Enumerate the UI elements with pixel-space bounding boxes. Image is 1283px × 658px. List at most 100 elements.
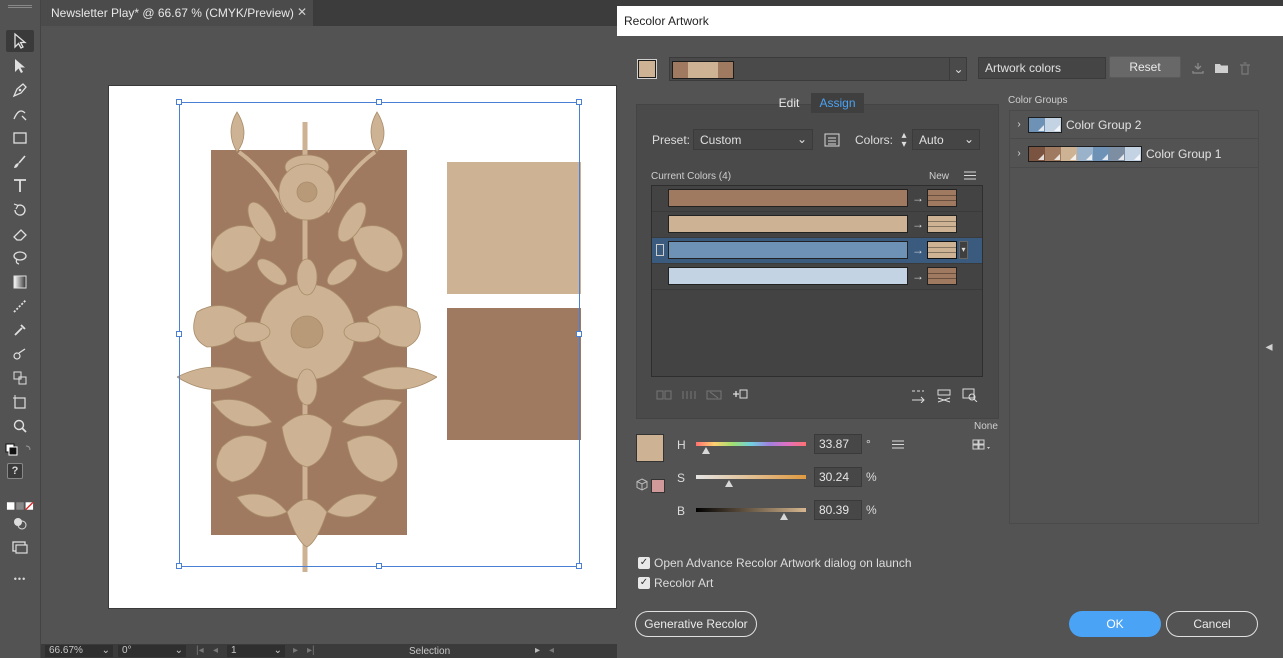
resize-handle-top-right[interactable]	[576, 99, 582, 105]
edit-toolbar-icon[interactable]: •••	[6, 568, 34, 590]
new-row-icon[interactable]	[731, 387, 749, 401]
color-group-swatch[interactable]	[1109, 146, 1125, 161]
current-color-bar[interactable]	[668, 215, 908, 233]
randomly-change-order-icon[interactable]	[909, 388, 927, 404]
rotation-field[interactable]: 0° ⌄	[118, 645, 186, 657]
color-group-swatch[interactable]	[1061, 146, 1077, 161]
color-group-swatches[interactable]	[1028, 116, 1062, 133]
menu-icon[interactable]	[963, 169, 977, 181]
colors-stepper-icon[interactable]: ▴ ▾	[898, 130, 910, 150]
artboard[interactable]	[108, 85, 617, 609]
chevron-right-icon[interactable]: ›	[1010, 148, 1028, 159]
ok-button[interactable]: OK	[1069, 611, 1161, 637]
colors-count-select[interactable]: Auto ⌄	[912, 129, 980, 150]
tab-edit[interactable]: Edit	[769, 93, 809, 113]
exclude-colors-icon[interactable]	[705, 388, 723, 402]
mesh-tool-icon[interactable]	[6, 295, 34, 317]
chevron-down-icon[interactable]: ⌄	[102, 645, 110, 657]
hue-slider-thumb[interactable]	[702, 447, 711, 454]
color-group-row[interactable]: › Color Group 1	[1010, 140, 1258, 168]
reset-button[interactable]: Reset	[1109, 56, 1181, 78]
collapse-panel-icon[interactable]: ◂	[1263, 336, 1275, 356]
artwork-colors-field[interactable]: Artwork colors	[978, 57, 1106, 79]
merge-colors-icon[interactable]	[655, 388, 673, 402]
color-row-selected[interactable]: → ▾	[652, 238, 982, 264]
color-group-swatch[interactable]	[1125, 146, 1141, 161]
color-group-swatch[interactable]	[1045, 117, 1061, 132]
new-color-swatch[interactable]	[927, 267, 957, 285]
color-group-swatch[interactable]	[1045, 146, 1061, 161]
current-color-bar[interactable]	[668, 267, 908, 285]
trash-icon[interactable]	[1237, 61, 1253, 75]
advance-dialog-checkbox[interactable]: ✓	[638, 557, 650, 569]
arrow-right-icon[interactable]: →	[910, 189, 926, 207]
gradient-tool-icon[interactable]	[6, 271, 34, 293]
color-library-icon[interactable]	[971, 438, 993, 452]
zoom-level-field[interactable]: 66.67% ⌄	[45, 645, 113, 657]
shape-builder-tool-icon[interactable]	[6, 367, 34, 389]
chevron-down-icon[interactable]: ⌄	[949, 57, 967, 81]
save-group-icon[interactable]	[1190, 61, 1206, 75]
artboard-nav-prev-icon[interactable]: ◂	[213, 645, 218, 656]
color-row[interactable]: →	[652, 264, 982, 290]
current-color-bar[interactable]	[668, 189, 908, 207]
chevron-down-icon[interactable]: ▾	[959, 241, 968, 259]
fill-stroke-swatch-icon[interactable]	[4, 440, 36, 462]
color-group-swatch[interactable]	[1093, 146, 1109, 161]
resize-handle-top-left[interactable]	[176, 99, 182, 105]
brightness-slider-track[interactable]	[696, 508, 806, 512]
hsb-menu-icon[interactable]	[891, 439, 905, 449]
chevron-down-icon[interactable]: ⌄	[175, 645, 183, 657]
find-in-artwork-icon[interactable]	[961, 387, 979, 403]
resize-handle-bottom-right[interactable]	[576, 563, 582, 569]
paintbrush-tool-icon[interactable]	[6, 151, 34, 173]
arrow-right-icon[interactable]: →	[910, 267, 926, 285]
pen-tool-icon[interactable]	[6, 79, 34, 101]
selected-color-preview[interactable]	[636, 434, 664, 462]
selection-tool-icon[interactable]	[6, 30, 34, 52]
new-color-swatch[interactable]	[927, 215, 957, 233]
screen-mode-icon[interactable]	[6, 536, 34, 558]
brightness-input[interactable]: 80.39	[814, 500, 862, 520]
color-group-swatch[interactable]	[1029, 117, 1045, 132]
current-color-bar[interactable]	[668, 241, 908, 259]
saturation-slider-thumb[interactable]	[725, 480, 734, 487]
help-tool-icon[interactable]: ?	[7, 463, 23, 479]
toolbar-grip[interactable]	[8, 5, 32, 8]
arrow-right-icon[interactable]: →	[910, 241, 926, 259]
type-tool-icon[interactable]	[6, 175, 34, 197]
canvas-area[interactable]	[41, 26, 617, 644]
lasso-tool-icon[interactable]	[6, 247, 34, 269]
out-of-gamut-swatch[interactable]	[651, 479, 665, 493]
eyedropper-tool-icon[interactable]	[6, 319, 34, 341]
resize-handle-right[interactable]	[576, 331, 582, 337]
row-handle-icon[interactable]	[656, 244, 664, 256]
curvature-tool-icon[interactable]	[6, 103, 34, 125]
randomly-change-saturation-icon[interactable]	[935, 388, 953, 404]
recolor-art-checkbox[interactable]: ✓	[638, 577, 650, 589]
color-group-swatch[interactable]	[1077, 146, 1093, 161]
color-group-swatches[interactable]	[1028, 145, 1142, 162]
artwork-colors-bar[interactable]	[669, 57, 967, 81]
cube-icon[interactable]	[635, 477, 649, 491]
artboard-tool-icon[interactable]	[6, 391, 34, 413]
brightness-slider-thumb[interactable]	[780, 513, 789, 520]
color-group-row[interactable]: › Color Group 2	[1010, 111, 1258, 139]
scroll-left-icon[interactable]: ◂	[549, 645, 554, 656]
resize-handle-left[interactable]	[176, 331, 182, 337]
artboard-nav-last-icon[interactable]: ▸|	[307, 645, 315, 656]
resize-handle-top[interactable]	[376, 99, 382, 105]
generative-recolor-button[interactable]: Generative Recolor	[635, 611, 757, 637]
rotate-tool-icon[interactable]	[6, 199, 34, 221]
blend-tool-icon[interactable]	[6, 343, 34, 365]
arrow-right-icon[interactable]: →	[910, 215, 926, 233]
color-group-swatch[interactable]	[1029, 146, 1045, 161]
color-row[interactable]: →	[652, 212, 982, 238]
eraser-tool-icon[interactable]	[6, 223, 34, 245]
preset-select[interactable]: Custom ⌄	[693, 129, 813, 150]
artboard-nav-next-icon[interactable]: ▸	[293, 645, 298, 656]
separate-colors-icon[interactable]	[680, 388, 698, 402]
folder-icon[interactable]	[1213, 61, 1229, 75]
hue-slider-track[interactable]	[696, 442, 806, 446]
artboard-nav-first-icon[interactable]: |◂	[196, 645, 204, 656]
